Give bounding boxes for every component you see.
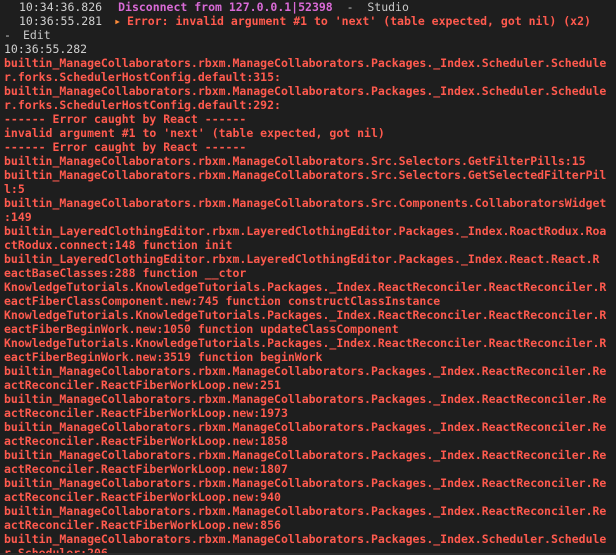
edit-group-header[interactable]: - Edit [0,28,616,42]
trace-line: actReconciler.ReactFiberWorkLoop.new:856 [4,518,281,532]
trace-line: ------ Error caught by React ------ [4,112,247,126]
separator: - [332,0,368,14]
log-entry-error-collapsed[interactable]: 10:36:55.281 ▸ Error: invalid argument #… [0,14,616,28]
trace-line: builtin_ManageCollaborators.rbxm.ManageC… [4,196,607,210]
trace-line: builtin_ManageCollaborators.rbxm.ManageC… [4,504,607,518]
trace-line: actReconciler.ReactFiberWorkLoop.new:185… [4,434,288,448]
trace-line: builtin_ManageCollaborators.rbxm.ManageC… [4,168,607,182]
trace-line: actReconciler.ReactFiberWorkLoop.new:251 [4,378,281,392]
timestamp: 10:36:55.281 [19,14,103,28]
trace-line: eactFiberBeginWork.new:1050 function upd… [4,322,399,336]
trace-line: builtin_ManageCollaborators.rbxm.ManageC… [4,392,607,406]
trace-line: eactFiberBeginWork.new:3519 function beg… [4,350,323,364]
trace-line: invalid argument #1 to 'next' (table exp… [4,126,385,140]
stack-trace: builtin_ManageCollaborators.rbxm.ManageC… [0,56,616,555]
trace-line: KnowledgeTutorials.KnowledgeTutorials.Pa… [4,308,607,322]
disconnect-message: Disconnect from 127.0.0.1|52398 [118,0,333,14]
trace-line: builtin_ManageCollaborators.rbxm.ManageC… [4,420,607,434]
log-entry-timestamp: 10:36:55.282 [0,42,616,56]
timestamp: 10:36:55.282 [4,42,88,56]
trace-line: actReconciler.ReactFiberWorkLoop.new:940 [4,490,281,504]
trace-line: r.forks.SchedulerHostConfig.default:315: [4,70,281,84]
trace-line: builtin_LayeredClothingEditor.rbxm.Layer… [4,224,607,238]
trace-line: ------ Error caught by React ------ [4,140,247,154]
trace-line: builtin_ManageCollaborators.rbxm.ManageC… [4,84,607,98]
trace-line: builtin_ManageCollaborators.rbxm.ManageC… [4,476,607,490]
trace-line: KnowledgeTutorials.KnowledgeTutorials.Pa… [4,280,607,294]
output-console: 10:34:36.826 Disconnect from 127.0.0.1|5… [0,0,616,555]
triangle-right-icon[interactable]: ▸ [114,14,121,28]
trace-line: :149 [4,210,32,224]
error-message: Error: invalid argument #1 to 'next' (ta… [127,14,591,28]
collapse-toggle[interactable]: - [0,28,11,42]
trace-line: KnowledgeTutorials.KnowledgeTutorials.Pa… [4,336,607,350]
trace-line: builtin_ManageCollaborators.rbxm.ManageC… [4,154,586,168]
timestamp: 10:34:36.826 [19,0,103,14]
trace-line: eactBaseClasses:288 function __ctor [4,266,247,280]
trace-line: ctRodux.connect:148 function init [4,238,233,252]
trace-line: eactFiberClassComponent.new:745 function… [4,294,441,308]
trace-line: builtin_ManageCollaborators.rbxm.ManageC… [4,532,607,546]
trace-line: actReconciler.ReactFiberWorkLoop.new:197… [4,406,288,420]
edit-label: Edit [22,28,51,42]
trace-line: actReconciler.ReactFiberWorkLoop.new:180… [4,462,288,476]
trace-line: l:5 [4,182,25,196]
trace-line: r.forks.SchedulerHostConfig.default:292: [4,98,281,112]
trace-line: builtin_ManageCollaborators.rbxm.ManageC… [4,448,607,462]
log-entry-disconnect: 10:34:36.826 Disconnect from 127.0.0.1|5… [0,0,616,14]
trace-line: builtin_ManageCollaborators.rbxm.ManageC… [4,364,607,378]
trace-line: builtin_LayeredClothingEditor.rbxm.Layer… [4,252,600,266]
trace-line: builtin_ManageCollaborators.rbxm.ManageC… [4,56,607,70]
source-label: Studio [367,0,409,14]
